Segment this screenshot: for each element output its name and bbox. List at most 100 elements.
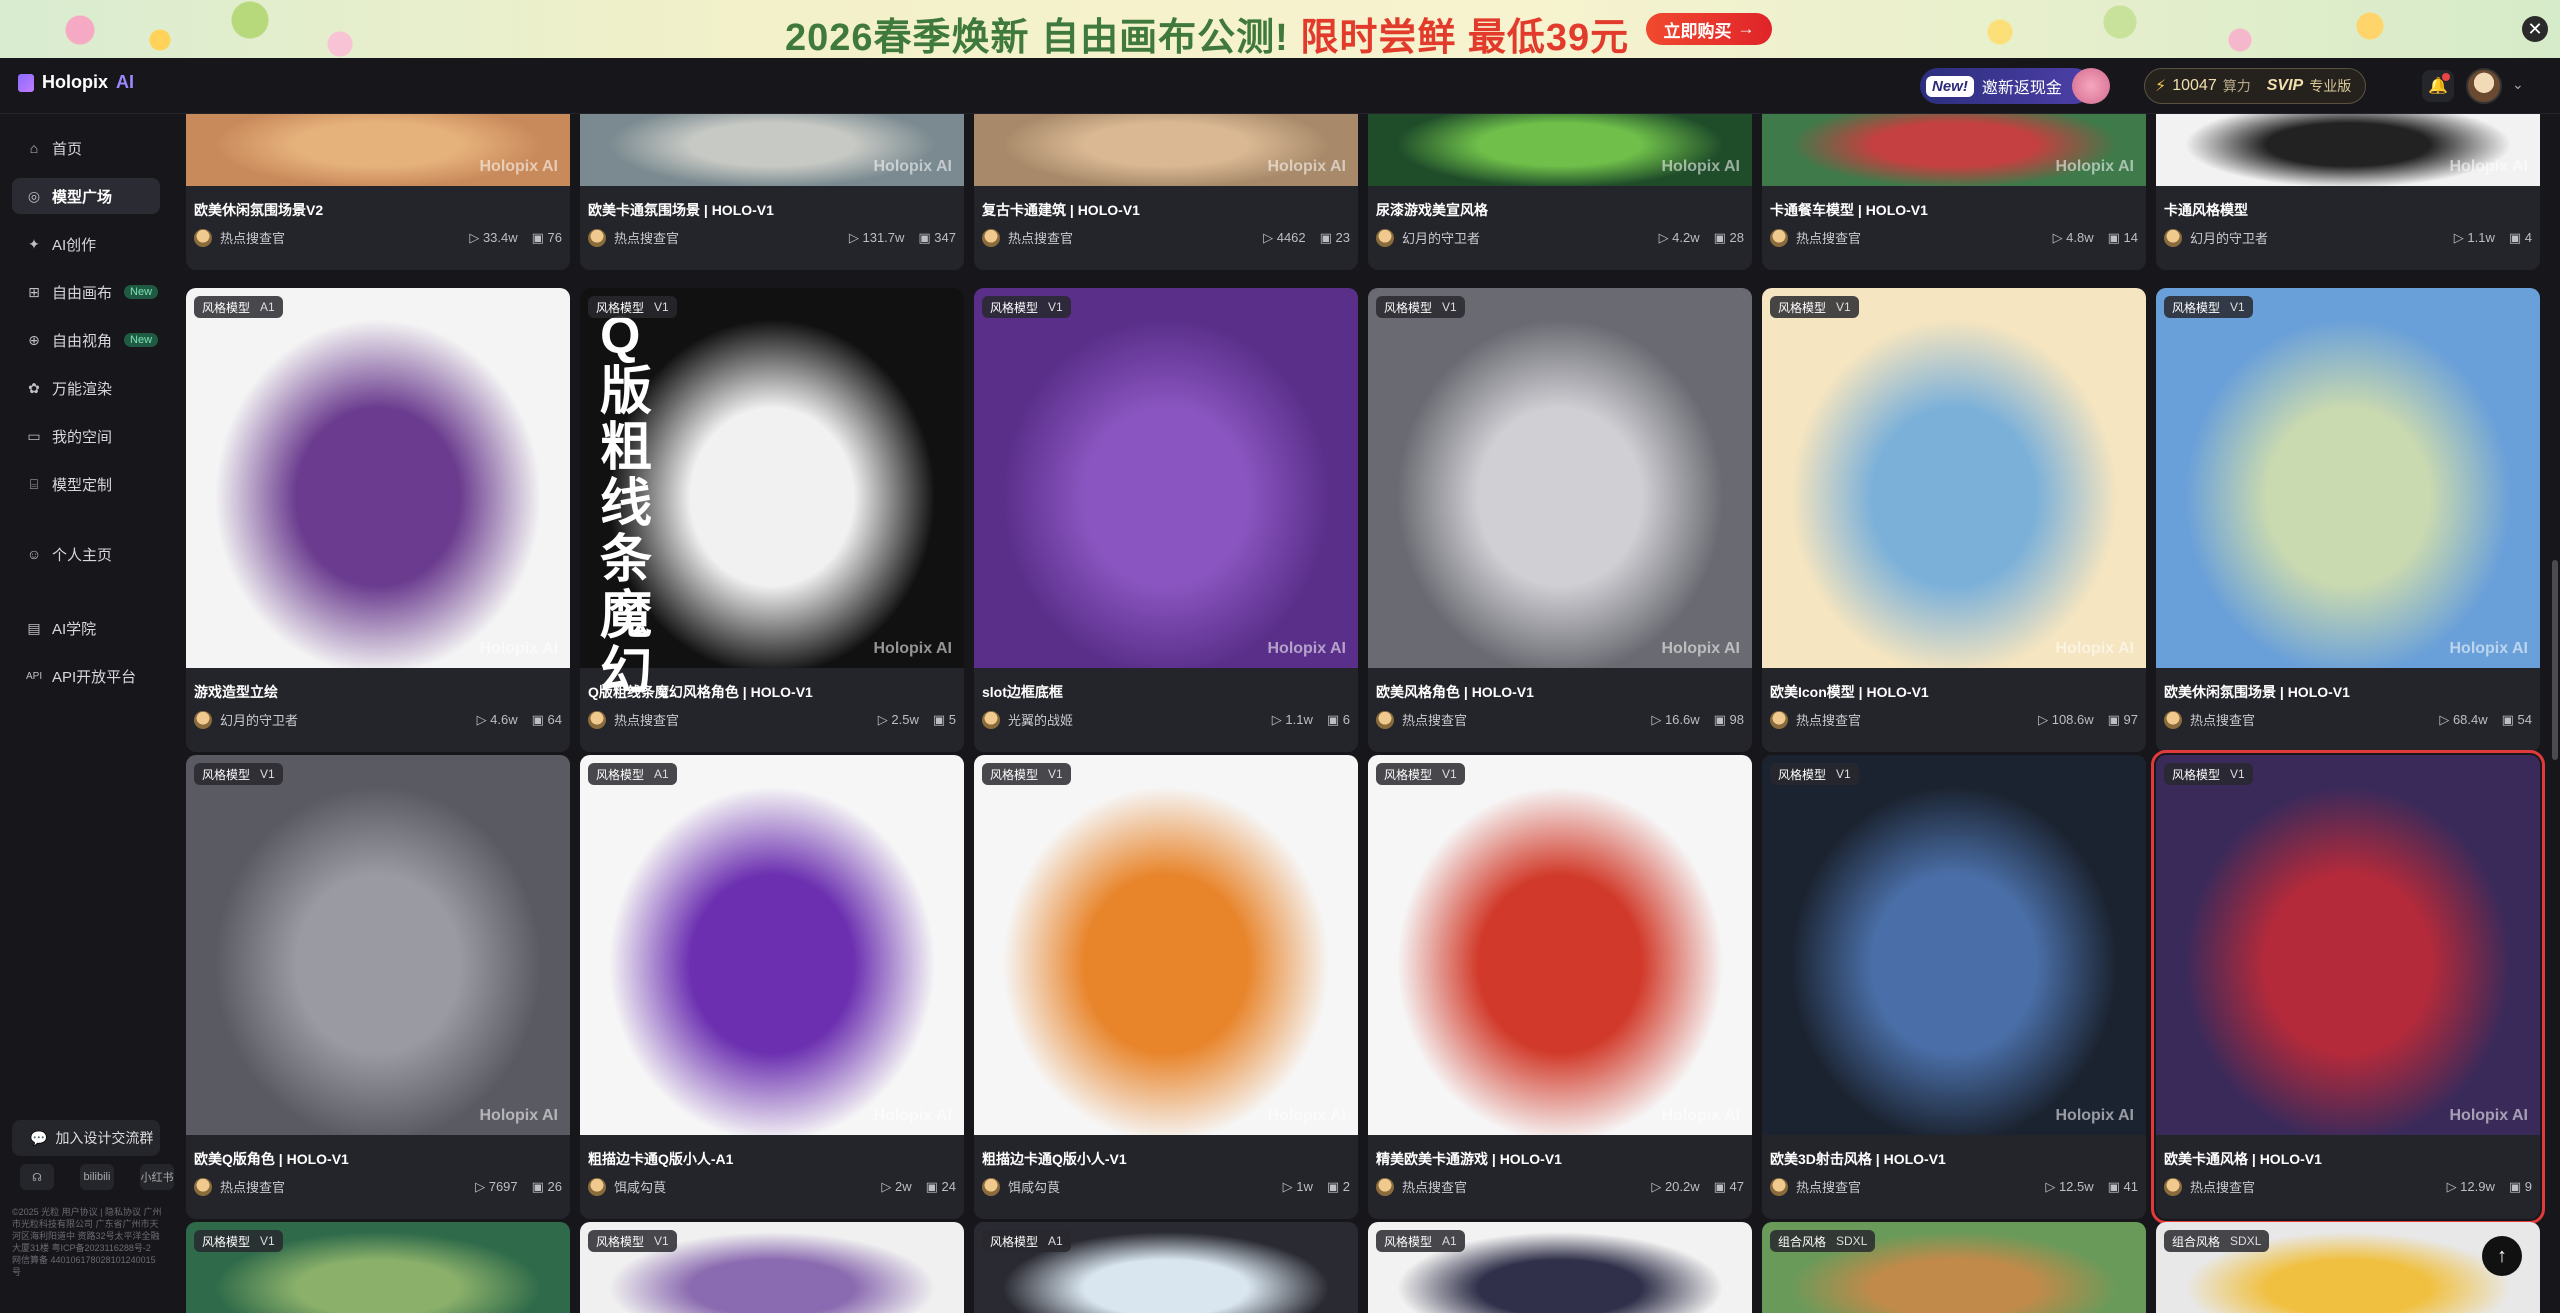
join-group-label: 加入设计交流群 bbox=[55, 1130, 154, 1146]
badge-version: SDXL bbox=[2230, 1234, 2262, 1248]
promo-banner[interactable]: 2026春季焕新 自由画布公测! 限时尝鲜 最低39元 立即购买 → ✕ bbox=[0, 0, 2560, 58]
author-avatar bbox=[1376, 710, 1394, 729]
canvas-icon: ⊞ bbox=[28, 283, 40, 300]
model-type-badge: 风格模型 V1 bbox=[982, 763, 1071, 785]
model-type-badge: 风格模型 V1 bbox=[1770, 296, 1859, 318]
sidebar-item-render[interactable]: ✿ 万能渲染 bbox=[12, 370, 160, 406]
points-button[interactable]: ⚡ 10047 算力 SVIP 专业版 bbox=[2144, 68, 2366, 104]
model-card[interactable]: 风格模型 A1 Holopix AI 粗描边卡通Q版小人-A1 饵咸勾茛 ▷ 2w ▣ 24 bbox=[580, 755, 964, 1219]
model-meta: 热点搜查官 ▷ 20.2w ▣ 47 bbox=[1376, 1177, 1744, 1196]
model-title: 粗描边卡通Q版小人-A1 bbox=[588, 1151, 734, 1167]
model-card[interactable]: 风格模型 A1 bbox=[1368, 1222, 1752, 1313]
bell-icon[interactable]: 🔔 bbox=[2422, 70, 2454, 102]
avatar[interactable] bbox=[2466, 68, 2502, 104]
model-card[interactable]: 风格模型 V1 bbox=[580, 1222, 964, 1313]
model-card[interactable]: 风格模型 V1 Holopix AI 精美欧美卡通游戏 | HOLO-V1 热点搜查官 ▷… bbox=[1368, 755, 1752, 1219]
logo[interactable]: Holopix AI bbox=[18, 72, 134, 93]
model-card[interactable]: 风格模型 V1 Holopix AI 欧美卡通风格 | HOLO-V1 热点搜查官 ▷ 1… bbox=[2151, 750, 2545, 1224]
sidebar-item-free-canvas[interactable]: ⊞ 自由画布 New bbox=[12, 274, 160, 310]
sidebar-item-label: AI创作 bbox=[52, 236, 97, 254]
user-icon: ☺ bbox=[26, 546, 42, 562]
model-card[interactable]: 组合风格 SDXL bbox=[2156, 1222, 2540, 1313]
model-card[interactable]: 风格模型 V1 Holopix AI slot边框底框 光翼的战姬 ▷ 1.1w ▣ 6 bbox=[974, 288, 1358, 752]
view-count: ▷ 16.6w bbox=[1651, 711, 1700, 727]
model-card[interactable]: 风格模型 V1 Holopix AI 欧美休闲氛围场景 | HOLO-V1 热点搜查官 ▷… bbox=[2156, 288, 2540, 752]
model-title: 欧美3D射击风格 | HOLO-V1 bbox=[1770, 1151, 1946, 1167]
model-card[interactable]: Holopix AI 复古卡通建筑 | HOLO-V1 热点搜查官 ▷ 4462 ▣ 2… bbox=[974, 114, 1358, 270]
model-card[interactable]: 风格模型 V1 Holopix AI 欧美Q版角色 | HOLO-V1 热点搜查官 ▷ 7… bbox=[186, 755, 570, 1219]
model-meta: 热点搜查官 ▷ 68.4w ▣ 54 bbox=[2164, 710, 2532, 729]
author-avatar bbox=[982, 710, 1000, 729]
model-meta: 热点搜查官 ▷ 12.9w ▣ 9 bbox=[2164, 1177, 2532, 1196]
image-count: ▣ 5 bbox=[932, 711, 956, 727]
author-name: 饵咸勾茛 bbox=[1008, 1180, 1061, 1195]
model-card[interactable]: 风格模型 V1 Holopix AI 欧美Icon模型 | HOLO-V1 热点搜查官 ▷… bbox=[1762, 288, 2146, 752]
chevron-down-icon[interactable]: ⌄ bbox=[2512, 76, 2524, 93]
badge-version: V1 bbox=[2230, 767, 2245, 781]
model-card[interactable]: Holopix AI 卡通餐车模型 | HOLO-V1 热点搜查官 ▷ 4.8w ▣ 1… bbox=[1762, 114, 2146, 270]
model-card[interactable]: 风格模型 V1 bbox=[186, 1222, 570, 1313]
sidebar-item-label: 我的空间 bbox=[52, 428, 113, 446]
model-meta: 幻月的守卫者 ▷ 4.2w ▣ 28 bbox=[1376, 228, 1744, 247]
model-card[interactable]: 风格模型 V1 Holopix AI 粗描边卡通Q版小人-V1 饵咸勾茛 ▷ 1w ▣ 2 bbox=[974, 755, 1358, 1219]
badge-type: 风格模型 bbox=[990, 300, 1039, 315]
model-type-badge: 风格模型 V1 bbox=[1770, 763, 1859, 785]
model-card[interactable]: Q版粗线条魔幻 风格模型 V1 Holopix AI Q版粗线条魔幻风格角色 | HOL… bbox=[580, 288, 964, 752]
invite-button[interactable]: New! 邀新返现金 bbox=[1920, 68, 2110, 104]
badge-type: 风格模型 bbox=[596, 767, 645, 782]
points-unit: 算力 bbox=[2222, 78, 2251, 94]
model-type-badge: 风格模型 V1 bbox=[194, 1230, 283, 1252]
sidebar-item-label: 万能渲染 bbox=[52, 380, 113, 398]
author-avatar bbox=[982, 228, 1000, 247]
headset-icon[interactable]: ☊ bbox=[20, 1164, 54, 1190]
model-title: 复古卡通建筑 | HOLO-V1 bbox=[982, 202, 1140, 218]
banner-headline: 2026春季焕新 自由画布公测! 限时尝鲜 最低39元 bbox=[785, 6, 1629, 58]
sidebar-item-home[interactable]: ⌂ 首页 bbox=[12, 130, 160, 166]
xiaohongshu-icon[interactable]: 小红书 bbox=[140, 1164, 174, 1190]
model-card[interactable]: 风格模型 V1 Holopix AI 欧美3D射击风格 | HOLO-V1 热点搜查官 ▷… bbox=[1762, 755, 2146, 1219]
sidebar-item-my-space[interactable]: ▭ 我的空间 bbox=[12, 418, 160, 454]
model-card[interactable]: 风格模型 A1 bbox=[974, 1222, 1358, 1313]
watermark: Holopix AI bbox=[873, 1107, 952, 1124]
sidebar-item-free-view[interactable]: ⊕ 自由视角 New bbox=[12, 322, 160, 358]
view-count: ▷ 4.6w bbox=[476, 711, 518, 727]
sidebar-item-model-plaza[interactable]: ◎ 模型广场 bbox=[12, 178, 160, 214]
sidebar-item-profile[interactable]: ☺ 个人主页 bbox=[12, 536, 160, 572]
model-card[interactable]: Holopix AI 欧美卡通氛围场景 | HOLO-V1 热点搜查官 ▷ 131.7… bbox=[580, 114, 964, 270]
view-icon: ⊕ bbox=[28, 331, 40, 348]
bilibili-icon[interactable]: bilibili bbox=[80, 1164, 114, 1190]
author-avatar bbox=[1376, 228, 1394, 247]
buy-now-button[interactable]: 立即购买 → bbox=[1646, 13, 1772, 45]
model-card[interactable]: Holopix AI 卡通风格模型 幻月的守卫者 ▷ 1.1w ▣ 4 bbox=[2156, 114, 2540, 270]
banner-headline-red: 限时尝鲜 最低39元 bbox=[1300, 17, 1630, 58]
sidebar-item-custom-model[interactable]: ⌸ 模型定制 bbox=[12, 466, 160, 502]
watermark: Holopix AI bbox=[2055, 640, 2134, 657]
model-card[interactable]: 组合风格 SDXL bbox=[1762, 1222, 2146, 1313]
watermark: Holopix AI bbox=[2449, 158, 2528, 175]
author-name: 饵咸勾茛 bbox=[614, 1180, 667, 1195]
badge-type: 组合风格 bbox=[1778, 1234, 1827, 1249]
logo-ai: AI bbox=[116, 72, 134, 92]
buy-now-label: 立即购买 bbox=[1663, 21, 1732, 41]
image-count: ▣ 64 bbox=[531, 711, 562, 727]
author-name: 热点搜查官 bbox=[220, 231, 286, 246]
watermark: Holopix AI bbox=[1267, 1107, 1346, 1124]
image-count: ▣ 23 bbox=[1319, 229, 1350, 245]
sidebar-item-ai-create[interactable]: ✦ AI创作 bbox=[12, 226, 160, 262]
model-card[interactable]: Holopix AI 尿漆游戏美宣风格 幻月的守卫者 ▷ 4.2w ▣ 28 bbox=[1368, 114, 1752, 270]
model-card[interactable]: 风格模型 A1 Holopix AI 游戏造型立绘 幻月的守卫者 ▷ 4.6w ▣ 64 bbox=[186, 288, 570, 752]
home-icon: ⌂ bbox=[29, 140, 39, 156]
view-count: ▷ 108.6w bbox=[2038, 711, 2094, 727]
sidebar-item-api[interactable]: API API开放平台 bbox=[12, 658, 160, 694]
model-type-badge: 组合风格 SDXL bbox=[1770, 1230, 1876, 1252]
scrollbar[interactable] bbox=[2552, 560, 2558, 760]
model-card[interactable]: 风格模型 V1 Holopix AI 欧美风格角色 | HOLO-V1 热点搜查官 ▷ 1… bbox=[1368, 288, 1752, 752]
badge-type: 风格模型 bbox=[202, 767, 251, 782]
back-to-top-button[interactable]: ↑ bbox=[2482, 1236, 2522, 1276]
author-name: 光翼的战姬 bbox=[1008, 713, 1074, 728]
model-card[interactable]: Holopix AI 欧美休闲氛围场景V2 热点搜查官 ▷ 33.4w ▣ 76 bbox=[186, 114, 570, 270]
image-count: ▣ 54 bbox=[2501, 711, 2532, 727]
join-group-button[interactable]: 💬 加入设计交流群 bbox=[12, 1120, 160, 1156]
sidebar-item-academy[interactable]: ▤ AI学院 bbox=[12, 610, 160, 646]
close-icon[interactable]: ✕ bbox=[2522, 16, 2548, 42]
